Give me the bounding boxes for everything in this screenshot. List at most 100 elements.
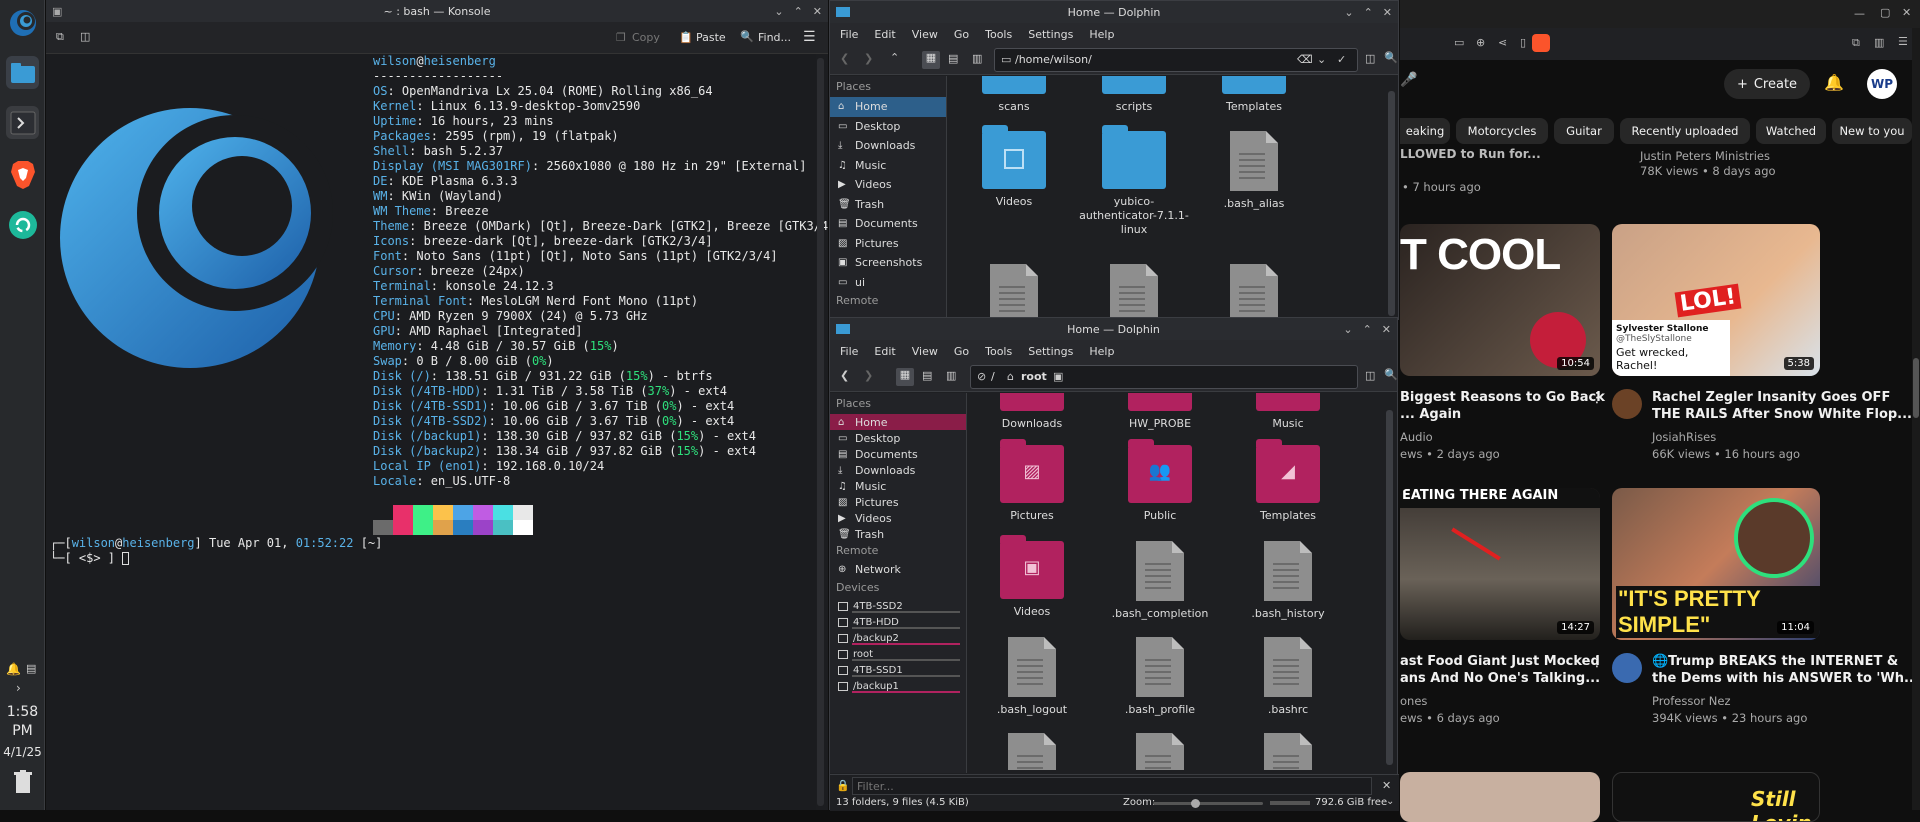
file-item[interactable]: .bash_history	[1233, 541, 1343, 621]
brave-task-icon[interactable]	[6, 158, 39, 191]
file-item[interactable]: .bash_completion	[1105, 541, 1215, 621]
menu-item-go[interactable]: Go	[954, 28, 969, 41]
zoom-slider[interactable]	[1153, 799, 1263, 808]
prompt-input-line[interactable]: └─[ <$> ]	[50, 551, 130, 566]
menu-item-help[interactable]: Help	[1089, 345, 1114, 358]
maximize-icon[interactable]: ⌃	[1363, 323, 1372, 336]
places-item-documents[interactable]: ▤ Documents	[830, 446, 966, 462]
menu-item-tools[interactable]: Tools	[985, 28, 1012, 41]
share-icon[interactable]: ⋖	[1498, 36, 1507, 49]
maximize-icon[interactable]: ▢	[1880, 6, 1890, 19]
file-item[interactable]: 👥 Public	[1105, 439, 1215, 523]
places-item-downloads[interactable]: ⤓ Downloads	[830, 462, 966, 478]
device-item[interactable]: 4TB-SSD1	[830, 662, 966, 678]
video-thumbnail[interactable]: Still Loving	[1612, 772, 1820, 822]
chevron-right-icon[interactable]: ›	[16, 681, 21, 695]
menu-item-settings[interactable]: Settings	[1028, 28, 1073, 41]
terminal-scrollbar[interactable]	[817, 58, 824, 806]
file-item[interactable]: Templates	[1199, 76, 1309, 114]
menu-item-view[interactable]: View	[912, 345, 938, 358]
places-item-home[interactable]: ⌂ Home	[830, 414, 966, 430]
hamburger-menu-icon[interactable]: ☰	[803, 29, 816, 45]
filter-chip[interactable]: Guitar	[1554, 118, 1614, 144]
create-button[interactable]: + Create	[1724, 69, 1810, 99]
sidebar-icon[interactable]: ▥	[1874, 36, 1884, 49]
file-item[interactable]: .bash_alias	[1199, 131, 1309, 211]
filter-chip[interactable]: eaking	[1400, 118, 1450, 144]
video-thumbnail[interactable]: LOL! Sylvester Stallone @TheSlyStallone …	[1612, 224, 1820, 376]
video-title[interactable]: ast Food Giant Just Mocked ans And No On…	[1400, 653, 1600, 687]
avatar[interactable]: WP	[1867, 69, 1897, 99]
forward-icon[interactable]: ❯	[864, 369, 873, 382]
split-icon[interactable]: ◫	[1365, 369, 1375, 382]
trash-icon[interactable]	[13, 770, 33, 797]
find-button[interactable]: Find...	[758, 31, 791, 44]
forward-icon[interactable]: ❯	[864, 52, 873, 65]
menu-item-view[interactable]: View	[912, 28, 938, 41]
back-icon[interactable]: ❮	[840, 369, 849, 382]
minimize-icon[interactable]: ⌄	[1343, 323, 1352, 336]
video-channel[interactable]: Audio	[1400, 430, 1433, 444]
device-item[interactable]: 4TB-HDD	[830, 614, 966, 630]
icons-view-icon[interactable]: ▦	[896, 368, 914, 386]
menu-icon[interactable]: ☰	[1898, 35, 1908, 48]
places-item-pictures[interactable]: ▨ Pictures	[830, 234, 946, 254]
places-item-documents[interactable]: ▤ Documents	[830, 214, 946, 234]
breadcrumb-bar[interactable]: ⊘ / ⌂ root ▣	[970, 365, 1358, 389]
more-options-icon[interactable]: ⋮	[1590, 390, 1604, 406]
device-item[interactable]: root	[830, 646, 966, 662]
compact-view-icon[interactable]: ▤	[948, 52, 958, 65]
back-icon[interactable]: ❮	[840, 52, 849, 65]
minimize-icon[interactable]: ⌄	[1344, 6, 1353, 19]
file-item[interactable]: .bash_logout	[977, 637, 1087, 717]
file-item[interactable]: .bashrc	[1233, 637, 1343, 717]
file-item[interactable]: ▨ Pictures	[977, 439, 1087, 523]
places-item-downloads[interactable]: ⤓ Downloads	[830, 136, 946, 156]
file-item[interactable]: .bash_profile	[1105, 637, 1215, 717]
file-item[interactable]: Videos	[959, 125, 1069, 209]
filter-chip[interactable]: Recently uploaded	[1620, 118, 1750, 144]
details-view-icon[interactable]: ▥	[946, 369, 956, 382]
menu-item-go[interactable]: Go	[954, 345, 969, 358]
new-tab-icon[interactable]: ⧉	[56, 30, 64, 44]
more-options-icon[interactable]: ⋮	[1590, 654, 1604, 670]
close-filter-icon[interactable]: ✕	[1382, 779, 1391, 792]
video-title[interactable]: LLOWED to Run for...	[1400, 146, 1541, 163]
maximize-icon[interactable]: ⌃	[1364, 6, 1373, 19]
paste-button[interactable]: Paste	[696, 31, 726, 44]
places-item-home[interactable]: ⌂ Home	[830, 97, 946, 117]
file-item[interactable]	[1233, 733, 1343, 770]
close-icon[interactable]: ✕	[1902, 6, 1911, 19]
menu-item-help[interactable]: Help	[1089, 28, 1114, 41]
video-channel[interactable]: JosiahRises	[1652, 430, 1716, 444]
device-item[interactable]: 4TB-SSD2	[830, 598, 966, 614]
icons-view-icon[interactable]: ▦	[922, 51, 940, 69]
minimize-icon[interactable]: —	[1854, 7, 1865, 20]
places-item-screenshots[interactable]: ▣ Screenshots	[830, 253, 946, 273]
minimize-icon[interactable]: ⌄	[774, 5, 783, 18]
notifications-icon[interactable]: 🔔	[1824, 73, 1844, 92]
clear-icon[interactable]: ⌫	[1297, 53, 1313, 66]
video-channel[interactable]: Professor Nez	[1652, 694, 1730, 708]
file-item[interactable]: scripts	[1079, 76, 1189, 114]
places-item-trash[interactable]: 🗑 Trash	[830, 195, 946, 215]
places-item-trash[interactable]: 🗑 Trash	[830, 526, 966, 542]
extensions-icon[interactable]: ⧉	[1852, 36, 1860, 50]
video-title[interactable]: Biggest Reasons to Go Back ... Again	[1400, 389, 1605, 423]
video-title[interactable]: 🌐Trump BREAKS the INTERNET & the Dems wi…	[1652, 653, 1919, 687]
video-channel[interactable]: Justin Peters Ministries	[1640, 149, 1770, 163]
menu-item-file[interactable]: File	[840, 28, 858, 41]
close-icon[interactable]: ✕	[813, 5, 822, 18]
clipboard-icon[interactable]: ▤	[26, 662, 36, 675]
file-item[interactable]: yubico-authenticator-7.1.1-linux	[1079, 125, 1189, 237]
search-icon[interactable]: 🔍	[1384, 51, 1398, 64]
clock-date[interactable]: 4/1/25	[0, 745, 45, 759]
file-item[interactable]	[1105, 733, 1215, 770]
dolphin2-titlebar[interactable]: Home — Dolphin ⌄ ⌃ ✕	[830, 318, 1397, 340]
konsole-task-icon[interactable]	[6, 106, 39, 139]
places-item-pictures[interactable]: ▨ Pictures	[830, 494, 966, 510]
filter-chip[interactable]: Watched	[1756, 118, 1826, 144]
details-view-icon[interactable]: ▥	[972, 52, 982, 65]
video-thumbnail[interactable]: T COOL 10:54	[1400, 224, 1600, 376]
zoom-handle[interactable]	[1191, 799, 1200, 808]
